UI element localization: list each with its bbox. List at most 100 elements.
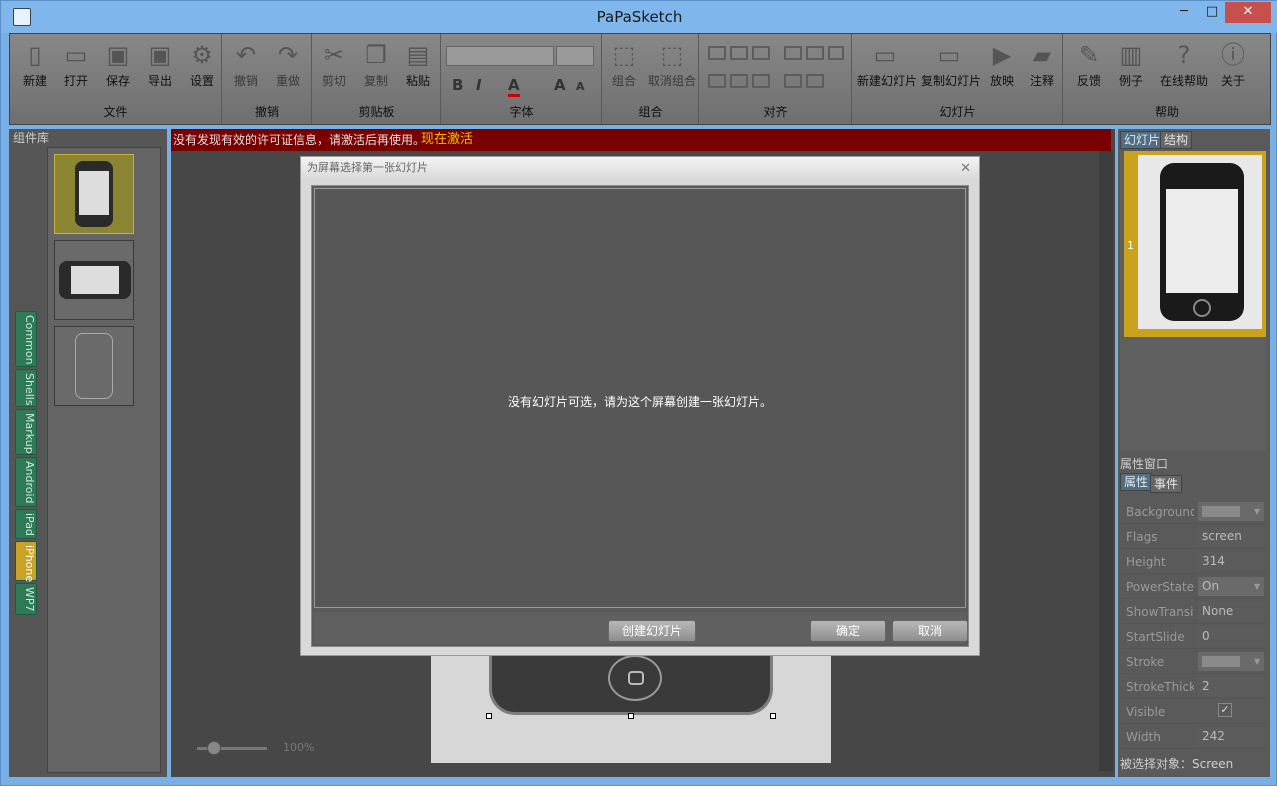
properties-header: 属性窗口 xyxy=(1120,457,1169,471)
about-button[interactable]: ⓘ 关于 xyxy=(1212,38,1254,89)
play-button[interactable]: ▶ 放映 xyxy=(981,38,1023,89)
prop-startslide: StartSlide 0 xyxy=(1122,624,1266,649)
comment-icon: ▰ xyxy=(1032,41,1052,69)
distribute-h-icon[interactable] xyxy=(784,46,802,60)
grow-font-button[interactable]: A xyxy=(554,76,566,94)
font-color-button[interactable]: A xyxy=(508,76,520,97)
zoom-slider-knob[interactable] xyxy=(207,741,221,755)
cancel-button[interactable]: 取消 xyxy=(892,620,968,642)
tab-markup[interactable]: Markup xyxy=(15,409,37,455)
export-button[interactable]: ▣ 导出 xyxy=(139,38,181,89)
background-select[interactable] xyxy=(1198,502,1264,521)
undo-button[interactable]: ↶ 撤销 xyxy=(225,38,267,89)
tab-android[interactable]: Android xyxy=(15,457,37,507)
distribute-v-icon[interactable] xyxy=(806,46,824,60)
cut-button[interactable]: ✂ 剪切 xyxy=(313,38,355,89)
info-icon: ⓘ xyxy=(1221,41,1245,69)
prop-width: Width 242 xyxy=(1122,724,1266,749)
powerstate-select[interactable]: On xyxy=(1198,577,1264,596)
tab-shells[interactable]: Shells xyxy=(15,369,37,407)
canvas-scrollbar[interactable] xyxy=(1099,151,1113,771)
shrink-font-button[interactable]: A xyxy=(576,80,585,93)
group-label-slides: 幻灯片 xyxy=(939,105,976,119)
close-button[interactable]: ✕ xyxy=(1225,2,1271,23)
annotate-button[interactable]: ▰ 注释 xyxy=(1021,38,1063,89)
resize-handle[interactable] xyxy=(486,713,492,719)
same-size-icon[interactable] xyxy=(828,46,844,60)
new-slide-icon: ▭ xyxy=(873,41,897,69)
online-help-button[interactable]: ? 在线帮助 xyxy=(1156,38,1212,89)
slide-thumbnail xyxy=(1138,155,1262,329)
tab-ipad[interactable]: iPad xyxy=(15,509,37,539)
paste-button[interactable]: ▤ 粘贴 xyxy=(397,38,439,89)
background-swatch xyxy=(1202,506,1240,517)
ungroup-button[interactable]: ⬚ 取消组合 xyxy=(647,38,697,89)
align-center-icon[interactable] xyxy=(730,46,748,60)
tab-properties[interactable]: 属性 xyxy=(1120,473,1153,491)
prop-flags: Flags screen xyxy=(1122,524,1266,549)
save-button[interactable]: ▣ 保存 xyxy=(97,38,139,89)
tab-slides[interactable]: 幻灯片 xyxy=(1120,131,1165,149)
property-grid: Background Flagsscreen Height314 PowerSt… xyxy=(1122,499,1266,749)
settings-button[interactable]: ⚙ 设置 xyxy=(181,38,223,89)
minimize-button[interactable]: ─ xyxy=(1170,2,1198,23)
group-font: B I A A A 字体 xyxy=(442,34,602,124)
redo-button[interactable]: ↷ 重做 xyxy=(267,38,309,89)
group-label-clipboard: 剪贴板 xyxy=(358,105,395,119)
showtransition-field[interactable]: None xyxy=(1198,602,1264,621)
component-iphone-portrait[interactable] xyxy=(54,154,134,234)
startslide-field[interactable]: 0 xyxy=(1198,627,1264,646)
tab-iphone[interactable]: iPhone xyxy=(15,541,37,582)
align-top-icon[interactable] xyxy=(708,74,726,88)
app-window: PaPaSketch ─ □ ✕ ▯ 新建 ▭ 打开 ▣ 保存 ▣ 导出 ⚙ 设置 文件 … xyxy=(0,0,1277,786)
iphone-shell[interactable] xyxy=(489,649,773,715)
resize-handle[interactable] xyxy=(628,713,634,719)
slides-list: 1 xyxy=(1120,151,1266,451)
copy-button[interactable]: ❐ 复制 xyxy=(355,38,397,89)
create-slide-button[interactable]: 创建幻灯片 xyxy=(608,620,696,642)
align-middle-icon[interactable] xyxy=(730,74,748,88)
dialog-close-icon[interactable]: ✕ xyxy=(960,161,971,176)
font-family-select[interactable] xyxy=(446,46,554,66)
tab-wp7[interactable]: WP7 xyxy=(15,583,37,615)
activate-now-link[interactable]: 现在激活 xyxy=(421,129,473,151)
visible-checkbox[interactable]: ✓ xyxy=(1218,703,1232,717)
align-left-icon[interactable] xyxy=(708,46,726,60)
strokethickness-field[interactable]: 2 xyxy=(1198,677,1264,696)
new-button[interactable]: ▯ 新建 xyxy=(14,38,56,89)
title-bar: PaPaSketch ─ □ ✕ xyxy=(1,1,1277,33)
dialog-footer: 创建幻灯片 确定 取消 xyxy=(314,612,968,644)
width-field[interactable]: 242 xyxy=(1198,727,1264,746)
resize-handle[interactable] xyxy=(770,713,776,719)
tab-events[interactable]: 事件 xyxy=(1150,475,1183,493)
maximize-button[interactable]: □ xyxy=(1198,2,1226,23)
flags-field[interactable]: screen xyxy=(1198,527,1264,546)
tab-structure[interactable]: 结构 xyxy=(1160,131,1193,149)
height-field[interactable]: 314 xyxy=(1198,552,1264,571)
group-button[interactable]: ⬚ 组合 xyxy=(603,38,645,89)
undo-icon: ↶ xyxy=(235,41,257,69)
ok-button[interactable]: 确定 xyxy=(810,620,886,642)
copy-slide-button[interactable]: ▭ 复制幻灯片 xyxy=(921,38,981,89)
examples-button[interactable]: ▥ 例子 xyxy=(1110,38,1152,89)
new-slide-button[interactable]: ▭ 新建幻灯片 xyxy=(857,38,917,89)
align-right-icon[interactable] xyxy=(752,46,770,60)
tab-common[interactable]: Common xyxy=(15,311,37,367)
gear-icon: ⚙ xyxy=(191,41,213,69)
component-iphone-outline[interactable] xyxy=(54,326,134,406)
font-size-select[interactable] xyxy=(556,46,594,66)
prop-strokethickness: StrokeThickness2 xyxy=(1122,674,1266,699)
same-height-icon[interactable] xyxy=(806,74,824,88)
same-width-icon[interactable] xyxy=(784,74,802,88)
bold-button[interactable]: B xyxy=(452,76,463,94)
slide-item[interactable]: 1 xyxy=(1124,151,1266,337)
group-grouping: ⬚ 组合 ⬚ 取消组合 组合 xyxy=(603,34,699,124)
zoom-control[interactable]: 100% xyxy=(197,741,337,755)
screen-stage[interactable] xyxy=(431,649,831,763)
align-bottom-icon[interactable] xyxy=(752,74,770,88)
stroke-select[interactable] xyxy=(1198,652,1264,671)
open-button[interactable]: ▭ 打开 xyxy=(55,38,97,89)
component-iphone-landscape[interactable] xyxy=(54,240,134,320)
feedback-button[interactable]: ✎ 反馈 xyxy=(1068,38,1110,89)
italic-button[interactable]: I xyxy=(476,76,482,94)
